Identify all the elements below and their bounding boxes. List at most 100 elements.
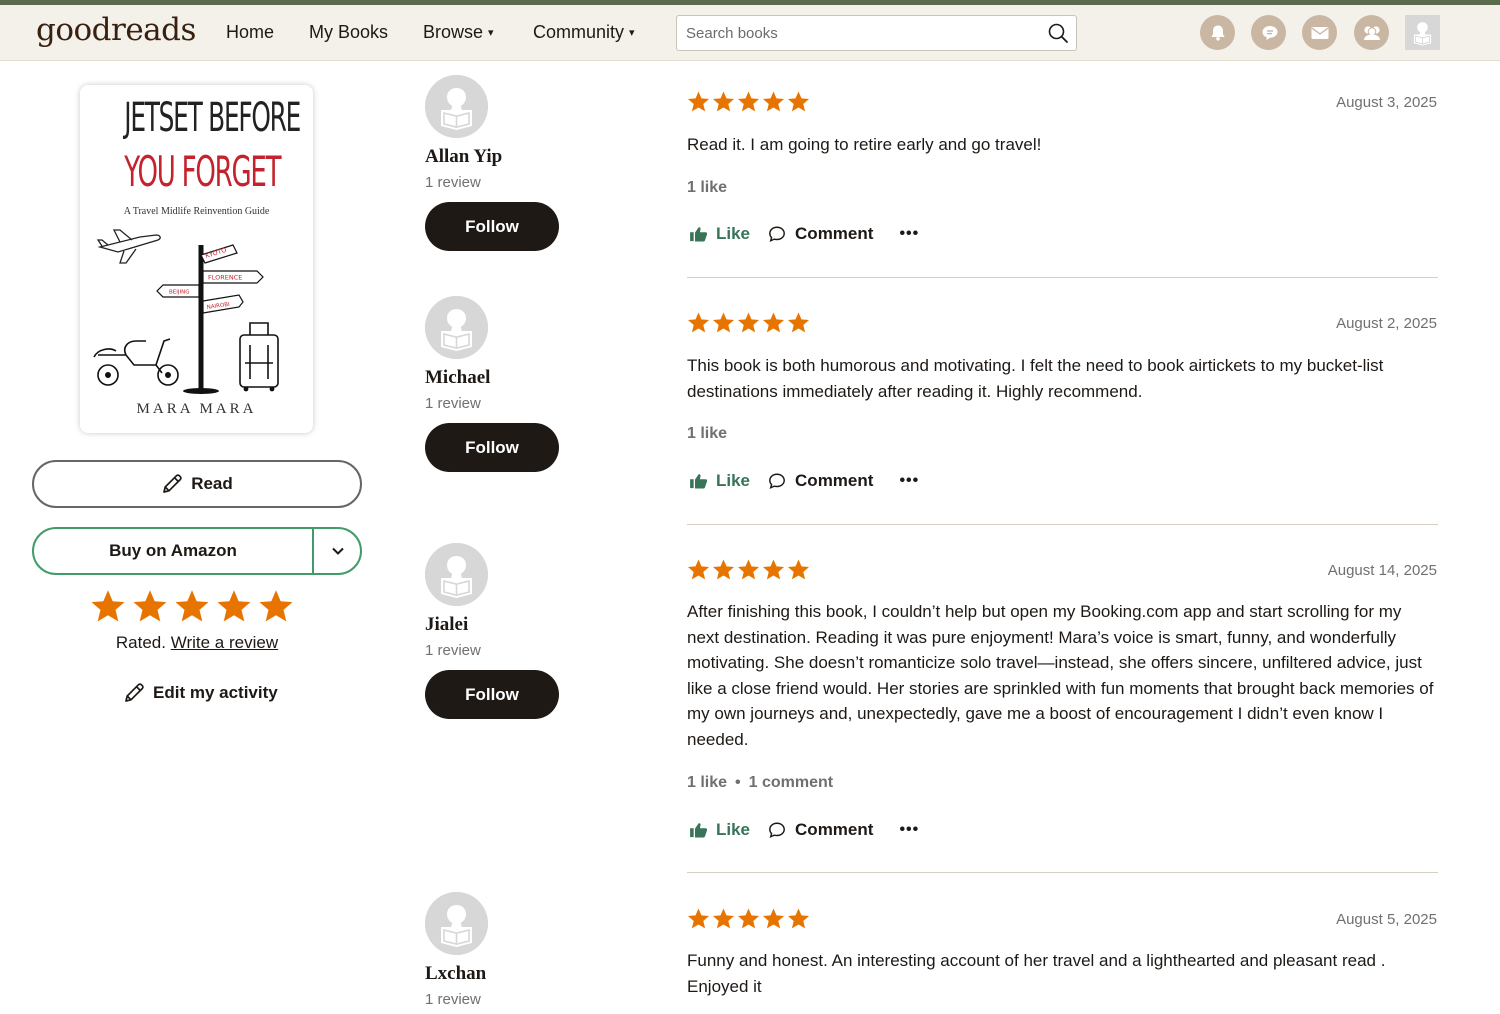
- cover-subtitle: A Travel Midlife Reinvention Guide: [123, 206, 270, 217]
- like-label: Like: [716, 471, 751, 490]
- reviewer-name[interactable]: Lxchan: [425, 963, 486, 985]
- reviewer-name[interactable]: Jialei: [425, 614, 468, 636]
- star-icon[interactable]: [132, 588, 168, 624]
- star-icon: [762, 558, 785, 581]
- star-icon: [687, 311, 710, 334]
- star-icon: [787, 311, 810, 334]
- more-options-button[interactable]: •••: [899, 225, 919, 243]
- write-review-link[interactable]: Write a review: [171, 633, 278, 652]
- read-status-button[interactable]: Read: [32, 460, 362, 508]
- review-stats: 1 like: [687, 179, 727, 197]
- cover-title-line1: JETSET BEFORE: [124, 95, 301, 141]
- reviewer-review-count: 1 review: [425, 174, 481, 191]
- follow-button[interactable]: Follow: [425, 202, 559, 251]
- star-icon: [737, 90, 760, 113]
- reviewer-review-count: 1 review: [425, 395, 481, 412]
- review-divider: [687, 872, 1438, 873]
- search-icon[interactable]: [1047, 22, 1069, 44]
- buy-options-dropdown[interactable]: [316, 529, 360, 573]
- profile-icon[interactable]: [1405, 15, 1440, 50]
- user-star-rating[interactable]: [90, 588, 294, 624]
- thumbs-up-icon: [690, 473, 708, 489]
- like-label: Like: [716, 820, 751, 839]
- star-icon: [787, 90, 810, 113]
- review-date[interactable]: August 2, 2025: [1336, 315, 1437, 332]
- review-divider: [687, 524, 1438, 525]
- review-text: After finishing this book, I couldn’t he…: [687, 602, 1434, 749]
- signpost-beijing: BEIJING: [169, 290, 190, 296]
- search-input[interactable]: [677, 16, 1037, 50]
- cover-illustration: KYOTO FLORENCE BEIJING NAIROBI: [93, 229, 279, 394]
- star-icon: [712, 558, 735, 581]
- buy-on-amazon-button[interactable]: Buy on Amazon: [34, 529, 314, 573]
- read-status-label: Read: [191, 474, 233, 493]
- review-text: Read it. I am going to retire early and …: [687, 135, 1042, 154]
- nav-community-dropdown[interactable]: Community ▾: [533, 22, 635, 43]
- reviewer-avatar[interactable]: [425, 296, 488, 359]
- nav-browse-label: Browse: [423, 22, 484, 42]
- comment-button[interactable]: Comment: [768, 224, 873, 244]
- star-icon: [737, 907, 760, 930]
- friends-icon[interactable]: [1354, 15, 1389, 50]
- review-text: This book is both humorous and motivatin…: [687, 356, 1384, 401]
- like-count[interactable]: 1 like: [687, 179, 727, 196]
- buy-button-group: Buy on Amazon: [32, 527, 362, 575]
- edit-activity-button[interactable]: Edit my activity: [123, 681, 278, 705]
- review-actions: Like Comment •••: [690, 222, 919, 246]
- thumbs-up-icon: [690, 822, 708, 838]
- comment-button[interactable]: Comment: [768, 820, 873, 840]
- book-cover[interactable]: JETSET BEFORE YOU FORGET A Travel Midlif…: [80, 85, 313, 433]
- review-date[interactable]: August 3, 2025: [1336, 94, 1437, 111]
- buy-on-amazon-label: Buy on Amazon: [109, 541, 237, 560]
- reviewer-avatar[interactable]: [425, 892, 488, 955]
- review-actions: Like Comment •••: [690, 469, 919, 493]
- nav-home[interactable]: Home: [226, 22, 274, 43]
- more-options-button[interactable]: •••: [899, 472, 919, 490]
- discussions-icon[interactable]: [1251, 15, 1286, 50]
- like-button[interactable]: Like: [690, 224, 750, 244]
- reviewer-name[interactable]: Michael: [425, 367, 490, 389]
- review-text: Funny and honest. An interesting account…: [687, 951, 1386, 996]
- star-icon: [787, 558, 810, 581]
- like-label: Like: [716, 224, 751, 243]
- star-icon: [762, 311, 785, 334]
- like-count[interactable]: 1 like: [687, 425, 727, 442]
- star-icon[interactable]: [216, 588, 252, 624]
- pencil-icon: [161, 473, 183, 495]
- comment-label: Comment: [795, 224, 874, 243]
- star-icon: [737, 311, 760, 334]
- star-icon: [687, 907, 710, 930]
- star-icon: [762, 90, 785, 113]
- nav-browse-dropdown[interactable]: Browse ▾: [423, 22, 494, 43]
- nav-community-label: Community: [533, 22, 625, 42]
- follow-button[interactable]: Follow: [425, 423, 559, 472]
- star-icon[interactable]: [174, 588, 210, 624]
- nav-my-books[interactable]: My Books: [309, 22, 388, 43]
- review-date[interactable]: August 14, 2025: [1328, 562, 1437, 579]
- star-icon: [712, 907, 735, 930]
- more-options-button[interactable]: •••: [899, 821, 919, 839]
- like-button[interactable]: Like: [690, 820, 750, 840]
- review-rating: [687, 907, 810, 930]
- review-date[interactable]: August 5, 2025: [1336, 911, 1437, 928]
- reviewer-review-count: 1 review: [425, 991, 481, 1008]
- star-icon[interactable]: [258, 588, 294, 624]
- reviewer-name[interactable]: Allan Yip: [425, 146, 502, 168]
- reviewer-avatar[interactable]: [425, 543, 488, 606]
- goodreads-logo[interactable]: goodreads: [36, 12, 196, 48]
- review-actions: Like Comment •••: [690, 818, 919, 842]
- messages-icon[interactable]: [1302, 15, 1337, 50]
- star-icon[interactable]: [90, 588, 126, 624]
- like-count[interactable]: 1 like: [687, 774, 727, 791]
- comment-button[interactable]: Comment: [768, 471, 873, 491]
- star-icon: [687, 90, 710, 113]
- reviewer-avatar[interactable]: [425, 75, 488, 138]
- cover-author: MARA MARA: [136, 401, 257, 417]
- cover-title-line2: YOU FORGET: [124, 147, 281, 196]
- signpost-florence: FLORENCE: [208, 274, 242, 282]
- follow-button[interactable]: Follow: [425, 670, 559, 719]
- like-button[interactable]: Like: [690, 471, 750, 491]
- separator-dot: •: [735, 774, 741, 791]
- notifications-icon[interactable]: [1200, 15, 1235, 50]
- comment-count[interactable]: 1 comment: [749, 774, 833, 791]
